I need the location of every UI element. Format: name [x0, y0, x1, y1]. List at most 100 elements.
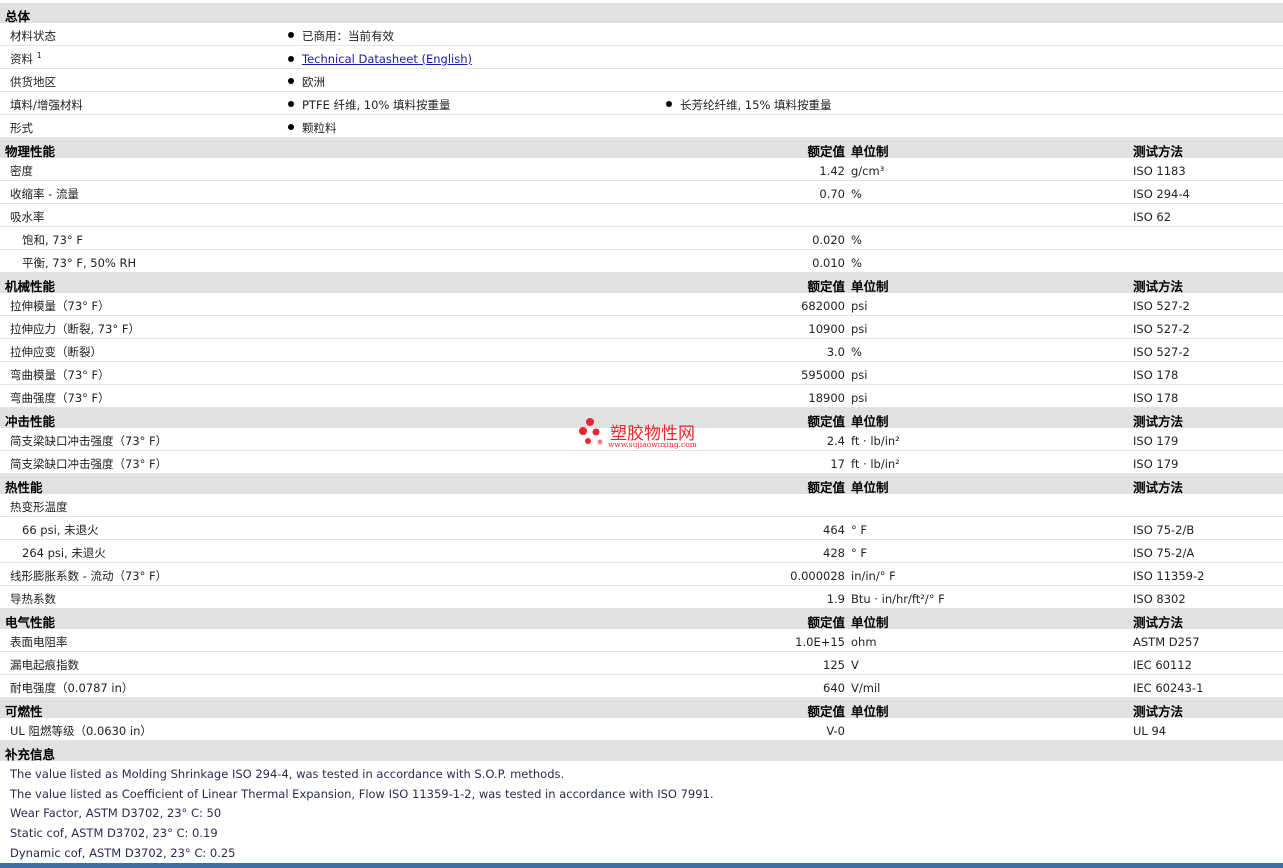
property-label: 66 psi, 未退火 [22, 523, 99, 537]
property-method: ISO 178 [1133, 391, 1179, 405]
property-label: 导热系数 [10, 592, 56, 606]
property-value: 3.0 [826, 345, 845, 359]
property-unit: psi [851, 322, 868, 336]
data-row: 吸水率 ISO 62 [0, 204, 1283, 227]
data-row: 线形膨胀系数 - 流动（73° F） 0.000028 in/in/° F IS… [0, 563, 1283, 586]
datasheet-link[interactable]: Technical Datasheet (English) [287, 52, 472, 66]
property-value: 0.020 [812, 233, 845, 247]
property-value: 0.70 [819, 187, 845, 201]
property-label: UL 阻燃等级（0.0630 in） [10, 724, 152, 738]
property-method: ISO 527-2 [1133, 299, 1190, 313]
property-unit: % [851, 256, 862, 270]
property-label: 平衡, 73° F, 50% RH [22, 256, 137, 270]
property-unit: g/cm³ [851, 164, 885, 178]
section-header-electrical: 电气性能 额定值 单位制 测试方法 [0, 609, 1283, 630]
property-value: V-0 [826, 724, 845, 738]
data-row: 平衡, 73° F, 50% RH 0.010 % [0, 250, 1283, 273]
supplemental-note: Wear Factor, ASTM D3702, 23° C: 50 [10, 806, 222, 820]
property-method: ISO 179 [1133, 457, 1179, 471]
property-unit: V [851, 658, 859, 672]
property-method: ASTM D257 [1133, 635, 1200, 649]
data-row: 饱和, 73° F 0.020 % [0, 227, 1283, 250]
property-method: ISO 75-2/A [1133, 546, 1195, 560]
property-value: 428 [823, 546, 845, 560]
property-value: 2.4 [826, 434, 845, 448]
property-unit: psi [851, 368, 868, 382]
data-row: 收缩率 - 流量 0.70 % ISO 294-4 [0, 181, 1283, 204]
property-unit: Btu · in/hr/ft²/° F [851, 592, 945, 606]
property-method: ISO 178 [1133, 368, 1179, 382]
property-value: 0.010 [812, 256, 845, 270]
property-method: ISO 8302 [1133, 592, 1186, 606]
property-method: ISO 527-2 [1133, 345, 1190, 359]
property-value: 464 [823, 523, 845, 537]
supplemental-note: Dynamic cof, ASTM D3702, 23° C: 0.25 [10, 846, 236, 860]
property-method: ISO 294-4 [1133, 187, 1190, 201]
property-unit: ° F [851, 546, 868, 560]
property-value: 595000 [801, 368, 845, 382]
property-unit: % [851, 187, 862, 201]
property-label: 耐电强度（0.0787 in） [10, 681, 134, 695]
data-row: 耐电强度（0.0787 in） 640 V/mil IEC 60243-1 [0, 675, 1283, 698]
property-value: 1.42 [819, 164, 845, 178]
data-row: 拉伸应变（断裂） 3.0 % ISO 527-2 [0, 339, 1283, 362]
property-unit: ohm [851, 635, 877, 649]
property-value: 0.000028 [790, 569, 845, 583]
property-label: 材料状态 [10, 29, 56, 43]
bottom-bar [0, 863, 1283, 868]
property-label: 吸水率 [10, 210, 45, 224]
property-label: 热变形温度 [10, 500, 68, 514]
property-value: 长芳纶纤维, 15% 填料按重量 [666, 98, 832, 112]
property-label: 拉伸模量（73° F） [10, 299, 110, 313]
supplemental-note: The value listed as Molding Shrinkage IS… [10, 767, 565, 781]
property-method: ISO 75-2/B [1133, 523, 1195, 537]
section-header-flammability: 可燃性 额定值 单位制 测试方法 [0, 698, 1283, 719]
property-label: 弯曲强度（73° F） [10, 391, 110, 405]
property-method: ISO 62 [1133, 210, 1172, 224]
molecule-icon [579, 418, 603, 445]
property-label: 拉伸应变（断裂） [10, 345, 102, 359]
section-header-mechanical: 机械性能 额定值 单位制 测试方法 [0, 273, 1283, 294]
property-label: 264 psi, 未退火 [22, 546, 106, 560]
property-label: 表面电阻率 [10, 635, 68, 649]
property-value: 17 [830, 457, 845, 471]
data-row: 导热系数 1.9 Btu · in/hr/ft²/° F ISO 8302 [0, 586, 1283, 609]
data-row: 密度 1.42 g/cm³ ISO 1183 [0, 158, 1283, 181]
watermark-logo: 塑胶物性网 www.sujiaowuxing.com [578, 415, 718, 455]
section-header-supplemental: 补充信息 [0, 741, 1283, 762]
section-title: 补充信息 [5, 747, 56, 762]
property-method: IEC 60112 [1133, 658, 1192, 672]
data-row: 264 psi, 未退火 428 ° F ISO 75-2/A [0, 540, 1283, 563]
supplemental-note: Static cof, ASTM D3702, 23° C: 0.19 [10, 826, 218, 840]
property-value: PTFE 纤维, 10% 填料按重量 [288, 98, 451, 112]
property-method: ISO 527-2 [1133, 322, 1190, 336]
property-unit: psi [851, 391, 868, 405]
property-value: 125 [823, 658, 845, 672]
property-label: 收缩率 - 流量 [10, 187, 79, 201]
property-unit: % [851, 345, 862, 359]
property-value: 10900 [808, 322, 845, 336]
general-row-form: 形式 颗粒料 [0, 115, 1283, 138]
property-unit: V/mil [851, 681, 881, 695]
footnote-marker: 1 [36, 51, 42, 61]
general-row-datasheet: 资料 1 Technical Datasheet (English) [0, 46, 1283, 69]
property-unit: % [851, 233, 862, 247]
section-header-general: 总体 [0, 3, 1283, 24]
section-header-thermal: 热性能 额定值 单位制 测试方法 [0, 474, 1283, 495]
property-label: 漏电起痕指数 [10, 658, 79, 672]
watermark-url: www.sujiaowuxing.com [608, 440, 697, 449]
general-row-status: 材料状态 已商用：当前有效 [0, 23, 1283, 46]
property-unit: ft · lb/in² [851, 434, 900, 448]
property-label: 形式 [10, 121, 33, 135]
property-method: ISO 179 [1133, 434, 1179, 448]
property-label: 拉伸应力（断裂, 73° F） [10, 322, 140, 336]
property-value: 颗粒料 [288, 121, 337, 135]
property-value: 1.9 [826, 592, 845, 606]
data-row: 漏电起痕指数 125 V IEC 60112 [0, 652, 1283, 675]
property-unit: ft · lb/in² [851, 457, 900, 471]
property-label: 密度 [10, 164, 33, 178]
data-row: 弯曲强度（73° F） 18900 psi ISO 178 [0, 385, 1283, 408]
property-value: 欧洲 [288, 75, 325, 89]
data-row: 拉伸模量（73° F） 682000 psi ISO 527-2 [0, 293, 1283, 316]
property-label: 简支梁缺口冲击强度（73° F） [10, 434, 168, 448]
